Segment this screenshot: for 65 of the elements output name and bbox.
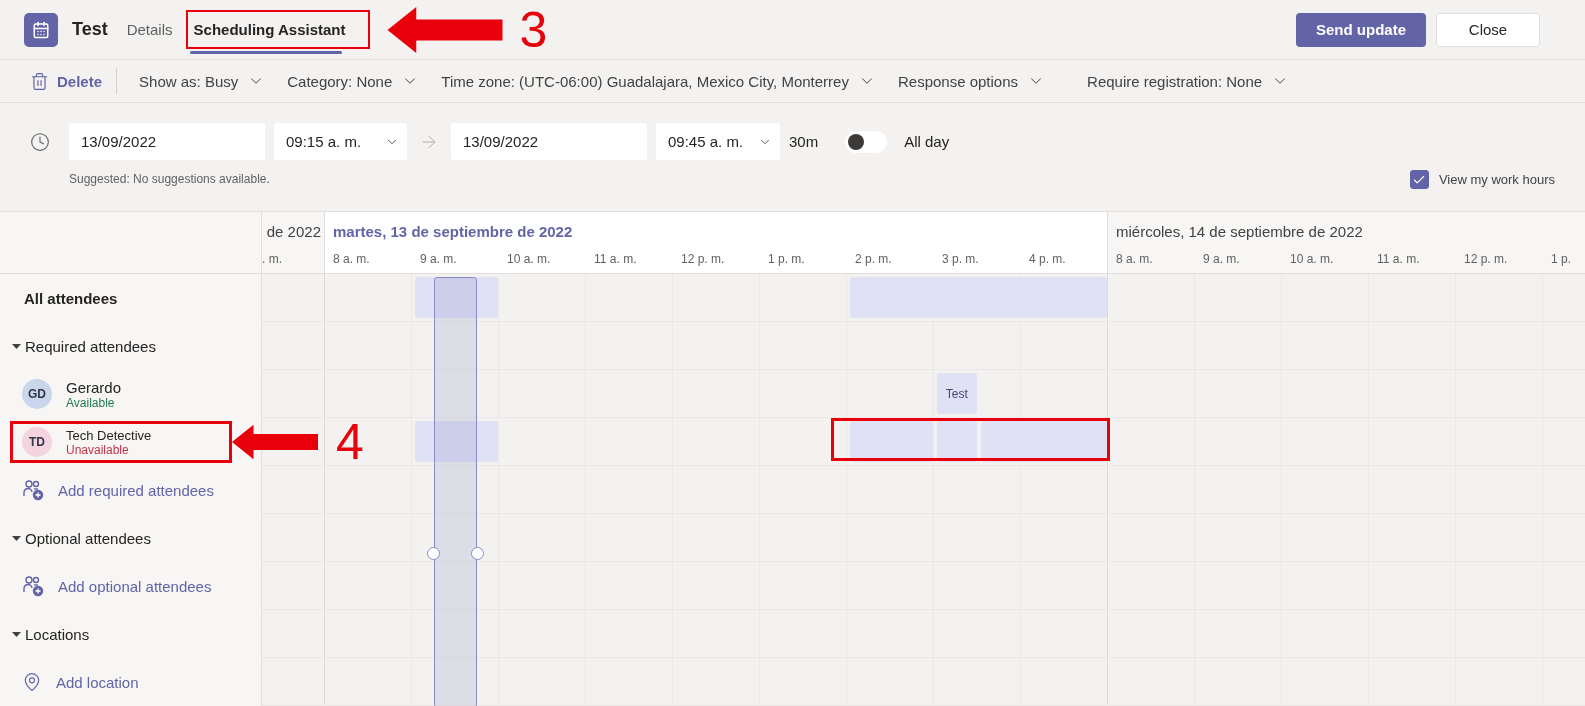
avatar: TD (22, 427, 52, 457)
trash-icon (30, 71, 49, 91)
attendee-status: Available (66, 395, 116, 410)
dropdown[interactable]: Time zone: (UTC-06:00) Guadalajara, Mexico City, Monterrey (433, 72, 884, 90)
all-day-label: All day (904, 133, 950, 150)
attendee-name: Gerardo (66, 378, 122, 396)
busy-block (937, 421, 977, 462)
start-date-field[interactable]: 13/09/2022 (69, 123, 265, 160)
hour-label: 8 a. m. (332, 252, 371, 266)
send-update-button[interactable]: Send update (1296, 12, 1426, 47)
resize-handle[interactable] (426, 547, 440, 560)
delete-button[interactable]: Delete (30, 68, 118, 94)
suggestion-text: Suggested: No suggestions available. (69, 172, 271, 186)
end-date-field[interactable]: 13/09/2022 (451, 123, 647, 160)
hour-label: 12 p. m. (680, 252, 726, 266)
avatar: GD (22, 379, 52, 409)
location-pin-icon (22, 672, 42, 692)
resize-handle[interactable] (471, 547, 485, 560)
tab[interactable]: Scheduling Assistant (187, 12, 368, 47)
close-button[interactable]: Close (1436, 12, 1540, 47)
day-title: martes, 13 de septiembre de 2022 (332, 222, 574, 242)
start-time-dropdown[interactable]: 09:15 a. m. (274, 123, 407, 160)
event-block: Test (937, 373, 977, 414)
add-people-icon (22, 575, 44, 597)
hour-label: 11 a. m. (593, 252, 638, 266)
dropdown[interactable]: Response options (889, 72, 1054, 90)
selected-time-range[interactable] (433, 277, 478, 706)
hour-label: 12 p. m. (1463, 252, 1509, 266)
section-heading: All attendees (23, 289, 118, 307)
hour-label: 1 p. (1550, 252, 1572, 266)
calendar-app-icon (24, 12, 58, 47)
clock-icon (30, 131, 50, 152)
caret-icon (12, 629, 21, 639)
section-toggle[interactable]: Optional attendees (12, 529, 151, 547)
end-time-dropdown[interactable]: 09:45 a. m. (656, 123, 780, 160)
hour-label: . m. (262, 252, 283, 266)
hour-label: 4 p. m. (1028, 252, 1067, 266)
hour-label: 8 a. m. (1115, 252, 1154, 266)
dropdown[interactable]: Require registration: None (1079, 72, 1298, 90)
hour-label: 3 p. m. (941, 252, 980, 266)
hour-label: 11 a. m. (1376, 252, 1421, 266)
checkbox-label: View my work hours (1438, 172, 1555, 187)
caret-icon (12, 341, 21, 351)
hour-label: 9 a. m. (1202, 252, 1241, 266)
attendee-status: Unavailable (66, 442, 130, 457)
hour-label: 2 p. m. (854, 252, 893, 266)
section-toggle[interactable]: Locations (12, 625, 90, 643)
hour-label: 1 p. m. (767, 252, 806, 266)
day-title: miércoles, 14 de septiembre de 2022 (1115, 222, 1364, 242)
attendee-name: Tech Detective (66, 427, 152, 443)
dropdown[interactable]: Show as: Busy (131, 72, 274, 90)
callout-number: 4 (336, 417, 364, 467)
hour-label: 9 a. m. (419, 252, 458, 266)
hour-label: 10 a. m. (506, 252, 552, 266)
day-title: de 2022 (266, 222, 322, 242)
hour-label: 10 a. m. (1289, 252, 1335, 266)
callout-number: 3 (519, 4, 548, 55)
checkbox[interactable] (1409, 170, 1429, 189)
meeting-title: Test (72, 19, 108, 40)
duration-text: 30m (789, 133, 819, 150)
add-people-icon (22, 479, 44, 501)
caret-icon (12, 533, 21, 543)
dropdown[interactable]: Category: None (279, 72, 428, 90)
tab[interactable]: Details (121, 13, 178, 46)
all-day-toggle[interactable] (845, 130, 888, 153)
